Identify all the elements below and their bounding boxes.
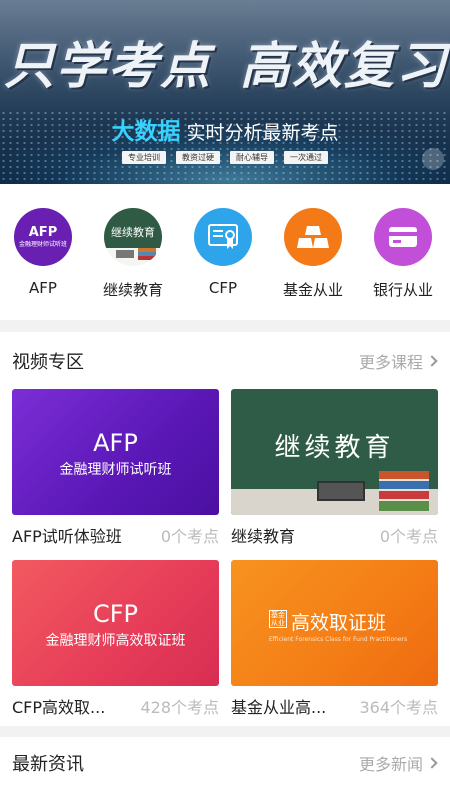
thumbnail-subtitle: 金融理财师高效取证班	[45, 633, 186, 649]
section-title: 最新资讯	[12, 754, 84, 775]
banner-pager-dot	[422, 148, 444, 170]
course-point-count: 364个考点	[359, 698, 438, 717]
course-thumbnail: AFP 金融理财师试听班	[12, 389, 219, 515]
section-title: 视频专区	[12, 352, 84, 373]
afp-logo-subtext: 金融理财师试听班	[18, 240, 67, 248]
course-thumbnail: 基金从业 高效取证班 Efficient Forensics Class for…	[231, 560, 438, 686]
afp-logo-icon: AFP 金融理财师试听班	[14, 208, 72, 266]
banner-tag: 专业培训	[122, 151, 166, 164]
category-label: 银行从业	[372, 281, 433, 299]
thumbnail-title: CFP	[92, 600, 139, 628]
news-section: 最新资讯 更多新闻	[0, 737, 450, 800]
category-fund[interactable]: 基金从业	[273, 208, 353, 300]
course-meta: 继续教育 0个考点	[231, 524, 438, 546]
course-meta: AFP试听体验班 0个考点	[12, 524, 219, 546]
video-section: 视频专区 更多课程 AFP 金融理财师试听班 AFP试听体验班 0个考点 继续教…	[0, 332, 450, 726]
promo-banner[interactable]: 只学考点 高效复习 大数据 实时分析最新考点 专业培训 教资过硬 耐心辅导 一次…	[0, 0, 450, 184]
category-label: 基金从业	[282, 281, 343, 299]
course-point-count: 428个考点	[140, 698, 219, 717]
chevron-right-icon	[426, 355, 438, 367]
course-title: 继续教育	[231, 527, 296, 546]
thumbnail-title: 继续教育	[274, 433, 395, 463]
more-courses-link[interactable]: 更多课程	[358, 349, 438, 373]
course-thumbnail: 继续教育	[231, 389, 438, 515]
course-title: CFP高效取...	[12, 698, 106, 717]
banner-slogan-left: 只学考点	[4, 37, 212, 95]
course-meta: 基金从业高... 364个考点	[231, 695, 438, 717]
blackboard-icon: 继续教育	[104, 208, 162, 266]
certificate-icon	[194, 208, 252, 266]
category-afp[interactable]: AFP 金融理财师试听班 AFP	[3, 208, 83, 297]
thumbnail-title: AFP	[93, 429, 138, 457]
thumbnail-title: 高效取证班	[291, 612, 387, 634]
thumbnail-badge: 基金从业	[269, 610, 287, 628]
category-bank[interactable]: 银行从业	[363, 208, 443, 300]
laptop-shape	[116, 250, 134, 258]
course-title: AFP试听体验班	[12, 527, 122, 546]
thumbnail-subtitle: 金融理财师试听班	[59, 462, 172, 478]
chevron-right-icon	[426, 757, 438, 769]
course-thumbnail: CFP 金融理财师高效取证班	[12, 560, 219, 686]
banner-tag: 教资过硬	[176, 151, 220, 164]
more-news-label: 更多新闻	[358, 755, 423, 774]
blackboard-text: 继续教育	[111, 226, 155, 239]
course-meta: CFP高效取... 428个考点	[12, 695, 219, 717]
category-label: AFP	[29, 279, 57, 297]
more-news-link[interactable]: 更多新闻	[358, 751, 438, 775]
afp-logo-text: AFP	[28, 224, 58, 240]
banner-tags: 专业培训 教资过硬 耐心辅导 一次通过	[0, 151, 450, 164]
bank-card-icon	[374, 208, 432, 266]
banner-subtitle-rest: 实时分析最新考点	[186, 122, 339, 144]
banner-slogan-right: 高效复习	[240, 37, 448, 95]
banner-subtitle-highlight: 大数据	[111, 119, 181, 145]
course-title: 基金从业高...	[231, 698, 327, 717]
category-cfp[interactable]: CFP	[183, 208, 263, 297]
more-courses-label: 更多课程	[358, 353, 423, 372]
category-label: 继续教育	[102, 281, 163, 299]
course-point-count: 0个考点	[379, 527, 438, 546]
books-shape	[138, 248, 156, 260]
books-shape	[379, 471, 429, 511]
category-label: CFP	[208, 279, 238, 297]
laptop-shape	[317, 481, 365, 501]
banner-tag: 耐心辅导	[230, 151, 274, 164]
banner-subtitle: 大数据 实时分析最新考点	[0, 112, 450, 146]
gold-bars-icon	[284, 208, 342, 266]
course-card-fund[interactable]: 基金从业 高效取证班 Efficient Forensics Class for…	[231, 560, 438, 717]
category-continuing-education[interactable]: 继续教育 继续教育	[93, 208, 173, 300]
course-point-count: 0个考点	[160, 527, 219, 546]
course-card-continuing-education[interactable]: 继续教育 继续教育 0个考点	[231, 389, 438, 546]
course-card-afp[interactable]: AFP 金融理财师试听班 AFP试听体验班 0个考点	[12, 389, 219, 546]
thumbnail-subtitle: Efficient Forensics Class for Fund Pract…	[269, 636, 408, 643]
course-card-cfp[interactable]: CFP 金融理财师高效取证班 CFP高效取... 428个考点	[12, 560, 219, 717]
category-row: AFP 金融理财师试听班 AFP 继续教育 继续教育 CFP 基金从业 银行从业	[0, 184, 450, 320]
banner-tag: 一次通过	[284, 151, 328, 164]
